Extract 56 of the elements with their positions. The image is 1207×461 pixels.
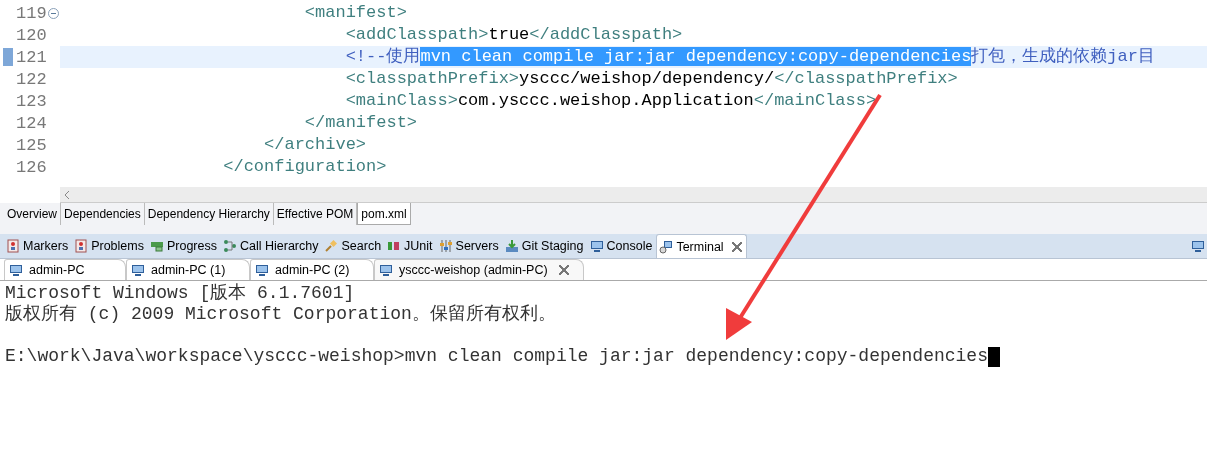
code-line: </configuration> [222,156,387,178]
view-tab[interactable]: Console [587,234,657,258]
monitor-icon [589,239,604,253]
close-icon[interactable] [731,241,742,252]
editor-tab[interactable]: pom.xml [357,203,411,225]
session-tab[interactable]: admin-PC [4,259,126,280]
editor-tab[interactable]: Dependencies [61,203,145,225]
terminal-line: 版权所有 (c) 2009 Microsoft Corporation。保留所有权利。 [5,304,556,325]
junit-icon [387,239,402,253]
line-number: 123 [16,91,47,111]
download-tray-icon [504,239,519,253]
marker-icon [6,239,20,253]
monitor-icon [9,263,23,277]
terminal-line: Microsoft Windows [版本 6.1.7601] [5,283,355,304]
sliders-icon [438,239,453,253]
close-icon[interactable] [558,265,569,275]
hierarchy-icon [223,239,237,253]
view-tab[interactable]: Progress [147,234,221,258]
scroll-left-icon[interactable] [64,190,70,199]
view-tab[interactable]: Call Hierarchy [221,234,323,258]
session-tab[interactable]: admin-PC (2) [250,259,374,280]
view-tab[interactable]: Servers [436,234,503,258]
command-line: E:\work\Java\workspace\ysccc-weishop>mvn clean compile jar:jar dependency:copy-dependencies [5,346,988,367]
view-tab[interactable]: JUnit [385,234,437,258]
line-number: 124 [16,113,47,133]
code-line: </archive> [263,134,367,156]
session-tab[interactable]: ysccc-weishop (admin-PC) [374,259,584,280]
collapse-icon[interactable] [47,7,59,19]
code-line: <manifest> [303,2,407,24]
view-tab[interactable]: Search [322,234,386,258]
code-line: </manifest> [303,112,418,134]
line-number: 120 [16,25,47,45]
editor-tab[interactable]: Overview [4,203,61,225]
line-number: 119 [16,3,47,23]
horizontal-scrollbar[interactable] [60,187,1207,203]
monitor-icon [255,263,269,277]
terminal-icon [659,239,674,254]
monitor-icon [131,263,145,277]
editor-tab[interactable]: Dependency Hierarchy [144,203,274,225]
monitor-icon[interactable] [1191,239,1205,253]
line-number: 121 [16,47,47,67]
code-line: <classpathPrefix>ysccc/weishop/dependency/</classpathPrefix> [344,68,958,90]
line-number: 126 [16,157,47,177]
line-number: 122 [16,69,47,89]
progress-bar-icon [149,239,164,253]
session-tab[interactable]: admin-PC (1) [126,259,250,280]
code-line: <addClasspath>true</addClasspath> [344,24,683,46]
line-number: 125 [16,135,47,155]
view-tab[interactable]: Markers [4,234,73,258]
code-line: <mainClass>com.ysccc.weishop.Application</mainClass> [344,90,877,112]
view-tab[interactable]: Git Staging [502,234,588,258]
monitor-icon [379,263,393,277]
view-tab[interactable]: Terminal [656,234,747,258]
marker-icon [74,239,89,253]
view-tab[interactable]: Problems [72,234,148,258]
flashlight-icon [324,239,339,253]
